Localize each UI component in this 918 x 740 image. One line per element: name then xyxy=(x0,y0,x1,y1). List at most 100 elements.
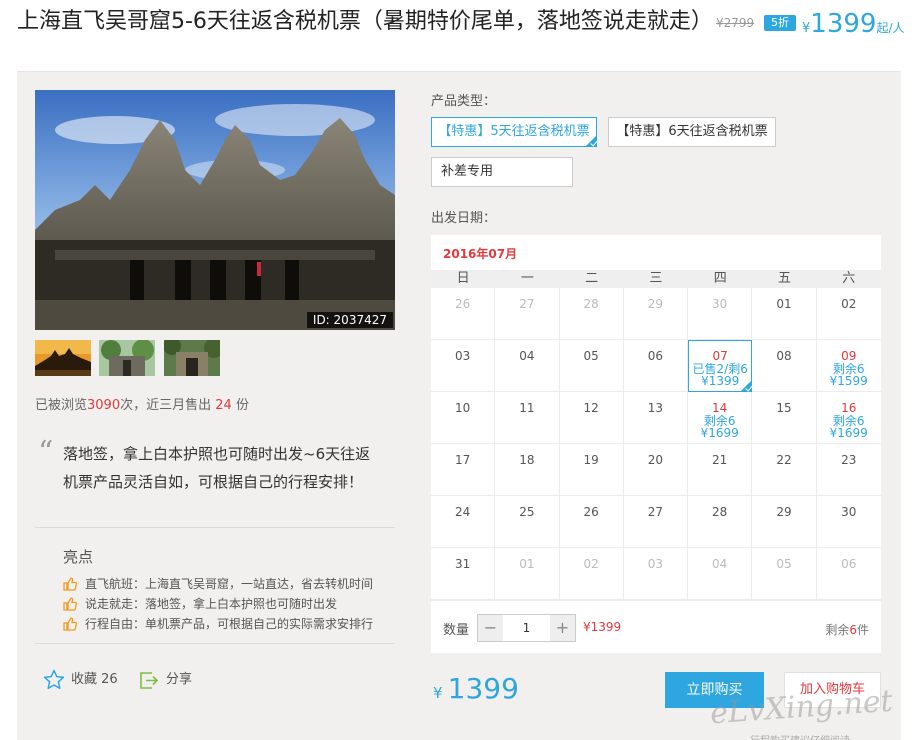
thumbnail-temple-gate[interactable] xyxy=(164,340,220,376)
sold-unit: 份 xyxy=(235,398,249,413)
share-label: 分享 xyxy=(166,672,193,687)
calendar-day: 28 xyxy=(559,288,624,340)
calendar-day: 04 xyxy=(688,548,753,600)
share-icon xyxy=(140,672,159,689)
departure-calendar: 2016年07月 日一二三四五六 26 27 28 29 30 01 02 03 04 05 06 0… xyxy=(431,235,881,653)
calendar-day: 29 xyxy=(752,496,817,548)
calendar-weekday: 六 xyxy=(842,271,856,286)
calendar-day-price: ¥1699 xyxy=(829,426,868,440)
calendar-week-row: 10 11 12 13 14 剩余6 ¥1699 15 16 剩余6 ¥1699 xyxy=(431,392,881,444)
calendar-day: 05 xyxy=(559,340,624,392)
calendar-day-number: 26 xyxy=(454,297,471,311)
calendar-day-number: 14 xyxy=(712,401,728,415)
calendar-day: 26 xyxy=(559,496,624,548)
calendar-day-number: 30 xyxy=(712,297,728,311)
main-product-image[interactable]: ID: 2037427 xyxy=(35,90,395,330)
remaining-prefix: 剩余 xyxy=(825,623,850,637)
divider xyxy=(35,643,395,644)
calendar-weekday: 日 xyxy=(456,271,470,286)
quantity-input[interactable] xyxy=(503,615,550,641)
calendar-day: 23 xyxy=(816,444,881,496)
calendar-week-row: 03 04 05 06 07 已售2/剩6 ¥1399 08 09 剩余6 ¥1599 xyxy=(431,340,881,392)
calendar-day-number: 06 xyxy=(647,349,664,363)
calendar-day-price: ¥1699 xyxy=(700,426,739,440)
calendar-day-number: 28 xyxy=(712,505,728,519)
quantity-increase-button[interactable]: + xyxy=(550,615,575,641)
calendar-weekday: 三 xyxy=(649,271,663,286)
calendar-day: 18 xyxy=(495,444,560,496)
thumbnail-ruins-trees[interactable] xyxy=(99,340,155,376)
views-prefix: 已被浏览 xyxy=(35,398,88,413)
calendar-day: 01 xyxy=(752,288,817,340)
calendar-day: 03 xyxy=(623,548,689,600)
calendar-day: 21 xyxy=(688,444,753,496)
thumbnail-ruins-trees-picture xyxy=(99,340,155,376)
calendar-day-number: 27 xyxy=(519,297,535,311)
calendar-week-row: 26 27 28 29 30 01 02 xyxy=(431,288,881,340)
product-header: 上海直飞吴哥窟5-6天往返含税机票（暑期特价尾单，落地签说走就走） ¥2799 … xyxy=(0,0,918,72)
purchase-note: 行程购买建议仔细阅读 xyxy=(750,732,850,740)
product-type-option-6day[interactable]: 【特惠】6天往返含税机票 xyxy=(608,117,776,147)
calendar-day-number: 01 xyxy=(776,297,792,311)
calendar-day-number: 05 xyxy=(583,349,599,363)
calendar-day-number: 30 xyxy=(841,505,857,519)
quantity-row: 数量 − + ¥1399 剩余6件 xyxy=(431,600,881,653)
calendar-day: 04 xyxy=(495,340,560,392)
calendar-day: 08 xyxy=(752,340,817,392)
calendar-day: 25 xyxy=(495,496,560,548)
header-price: ¥1399起/人 xyxy=(802,9,905,39)
calendar-day-number: 24 xyxy=(454,505,471,519)
thumbnail-sunset[interactable] xyxy=(35,340,91,376)
calendar-day: 19 xyxy=(559,444,624,496)
calendar-week-row: 31 01 02 03 04 05 06 xyxy=(431,548,881,600)
calendar-day-number: 12 xyxy=(583,401,599,415)
calendar-day: 15 xyxy=(752,392,817,444)
highlight-text: 说走就走：落地签，拿上白本护照也可随时出发 xyxy=(85,597,338,611)
remaining-count: 6 xyxy=(849,623,857,637)
view-sales-stats: 已被浏览3090次，近三月售出 24 份 xyxy=(35,394,249,413)
thumbs-up-icon xyxy=(63,597,77,611)
calendar-day-available[interactable]: 16 剩余6 ¥1699 xyxy=(816,392,881,444)
highlight-item: 直飞航班：上海直飞吴哥窟，一站直达，省去转机时间 xyxy=(63,575,373,593)
calendar-day-available[interactable]: 09 剩余6 ¥1599 xyxy=(816,340,881,392)
calendar-day-number: 04 xyxy=(519,349,535,363)
views-count: 3090 xyxy=(87,398,121,413)
views-mid: 次，近三月售出 xyxy=(120,398,212,413)
share-button[interactable]: 分享 xyxy=(138,668,192,692)
calendar-day: 13 xyxy=(623,392,689,444)
calendar-day-number: 05 xyxy=(776,557,792,571)
product-type-option-5day[interactable]: 【特惠】5天往返含税机票 xyxy=(431,117,597,147)
calendar-day: 05 xyxy=(752,548,817,600)
quantity-label: 数量 xyxy=(443,623,470,638)
calendar-day-number: 06 xyxy=(841,557,857,571)
calendar-day-number: 03 xyxy=(647,557,664,571)
calendar-day-number: 25 xyxy=(519,505,535,519)
calendar-day-available[interactable]: 07 已售2/剩6 ¥1399 xyxy=(688,340,753,392)
sold-count: 24 xyxy=(215,398,232,413)
calendar-day-number: 04 xyxy=(712,557,728,571)
calendar-day-available[interactable]: 14 剩余6 ¥1699 xyxy=(688,392,753,444)
highlights-title: 亮点 xyxy=(63,548,94,566)
calendar-grid: 26 27 28 29 30 01 02 03 04 05 06 07 已售2/剩6 ¥1399 08 09 剩… xyxy=(431,288,881,600)
calendar-day: 02 xyxy=(816,288,881,340)
image-id-label: ID: 2037427 xyxy=(306,312,393,328)
calendar-day-number: 28 xyxy=(583,297,599,311)
quantity-decrease-button[interactable]: − xyxy=(478,615,503,641)
product-description-quote: 落地签，拿上白本护照也可随时出发~6天往返机票产品灵活自如，可根据自己的行程安排… xyxy=(63,445,371,491)
calendar-day-number: 03 xyxy=(454,349,471,363)
calendar-day: 03 xyxy=(431,340,496,392)
product-type-option-supplement[interactable]: 补差专用 xyxy=(431,157,573,187)
selected-check-icon xyxy=(585,135,597,147)
calendar-day-number: 19 xyxy=(583,453,599,467)
product-type-option-label: 【特惠】6天往返含税机票 xyxy=(616,124,768,139)
calendar-day-number: 29 xyxy=(647,297,664,311)
calendar-week-row: 17 18 19 20 21 22 23 xyxy=(431,444,881,496)
calendar-day: 24 xyxy=(431,496,496,548)
original-price: ¥2799 xyxy=(716,16,755,30)
favorite-button[interactable]: 收藏 26 xyxy=(43,668,118,692)
angkor-temple-picture xyxy=(35,90,395,330)
calendar-day-number: 31 xyxy=(454,557,471,571)
calendar-day: 01 xyxy=(495,548,560,600)
calendar-day: 20 xyxy=(623,444,689,496)
calendar-day: 10 xyxy=(431,392,496,444)
